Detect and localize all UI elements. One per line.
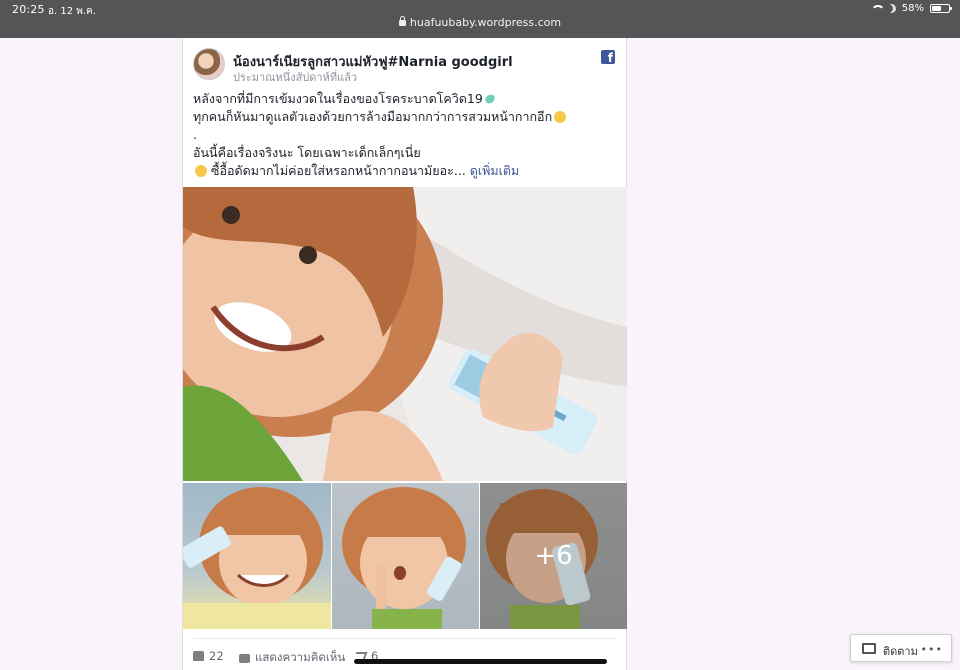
post-line: ซื้อื้อดัดมากไม่ค่อยใส่หรอกหน้ากากอนามัย…: [193, 162, 617, 180]
lock-icon: [398, 16, 406, 26]
status-time: 20:25: [12, 3, 45, 16]
more-options-icon[interactable]: •••: [921, 643, 943, 656]
address-bar[interactable]: huafuubaby.wordpress.com: [0, 16, 960, 29]
see-more-link[interactable]: ดูเพิ่มเติม: [470, 163, 520, 178]
comment-icon: [239, 653, 250, 663]
smile-emoji-icon: [195, 165, 207, 177]
child-photo: [183, 187, 627, 481]
post-line: ทุกคนก็หันมาดูแลตัวเองด้วยการล้างมือมากก…: [193, 108, 617, 126]
post-time[interactable]: ประมาณหนึ่งสัปดาห์ที่แล้ว: [233, 68, 357, 86]
wifi-icon: [870, 4, 885, 13]
facebook-icon[interactable]: f: [601, 50, 615, 64]
smile-emoji-icon: [554, 111, 567, 123]
battery-icon: [930, 4, 952, 13]
battery-fill: [932, 6, 942, 11]
post-photo-thumb[interactable]: [183, 483, 331, 629]
post-header: น้องนาร์เนียรลูกสาวแม่หัวฟู#Narnia goodg…: [193, 48, 617, 84]
follow-label: ติดตาม: [883, 645, 918, 658]
battery-percent: 58%: [901, 3, 924, 14]
like-action[interactable]: 22: [193, 649, 224, 663]
post-line: หลังจากที่มีการเข้มงวดในเรื่องของโรคระบา…: [193, 90, 617, 108]
post-photo-thumb[interactable]: [332, 483, 479, 629]
do-not-disturb-icon: [885, 3, 897, 15]
post-line: อันนี้คือเรื่องจริงนะ โดยเฉพาะเด็กเล็กๆเ…: [193, 145, 421, 160]
post-text: หลังจากที่มีการเข้มงวดในเรื่องของโรคระบา…: [193, 90, 617, 180]
microbe-emoji-icon: [483, 93, 497, 105]
post-line: .: [193, 127, 197, 142]
follow-icon: [862, 643, 876, 654]
status-bar: 20:25 อ. 12 พ.ค. huafuubaby.wordpress.co…: [0, 0, 960, 38]
post-photo-thumb[interactable]: +6: [480, 483, 627, 629]
like-count: 22: [209, 649, 224, 663]
facebook-post-embed: น้องนาร์เนียรลูกสาวแม่หัวฟู#Narnia goodg…: [182, 38, 627, 670]
home-indicator[interactable]: [354, 659, 607, 664]
child-photo: [342, 487, 466, 629]
avatar[interactable]: [193, 48, 225, 80]
more-photos-count[interactable]: +6: [480, 483, 627, 629]
comment-label: แสดงความคิดเห็น: [255, 650, 346, 664]
child-photo: [183, 487, 331, 629]
url-text: huafuubaby.wordpress.com: [409, 16, 562, 29]
status-icons: 58%: [870, 3, 952, 15]
like-icon: [193, 651, 204, 661]
comment-action[interactable]: แสดงความคิดเห็น: [239, 649, 345, 667]
follow-button[interactable]: ติดตาม •••: [850, 634, 952, 662]
post-photo-main[interactable]: [183, 187, 627, 481]
